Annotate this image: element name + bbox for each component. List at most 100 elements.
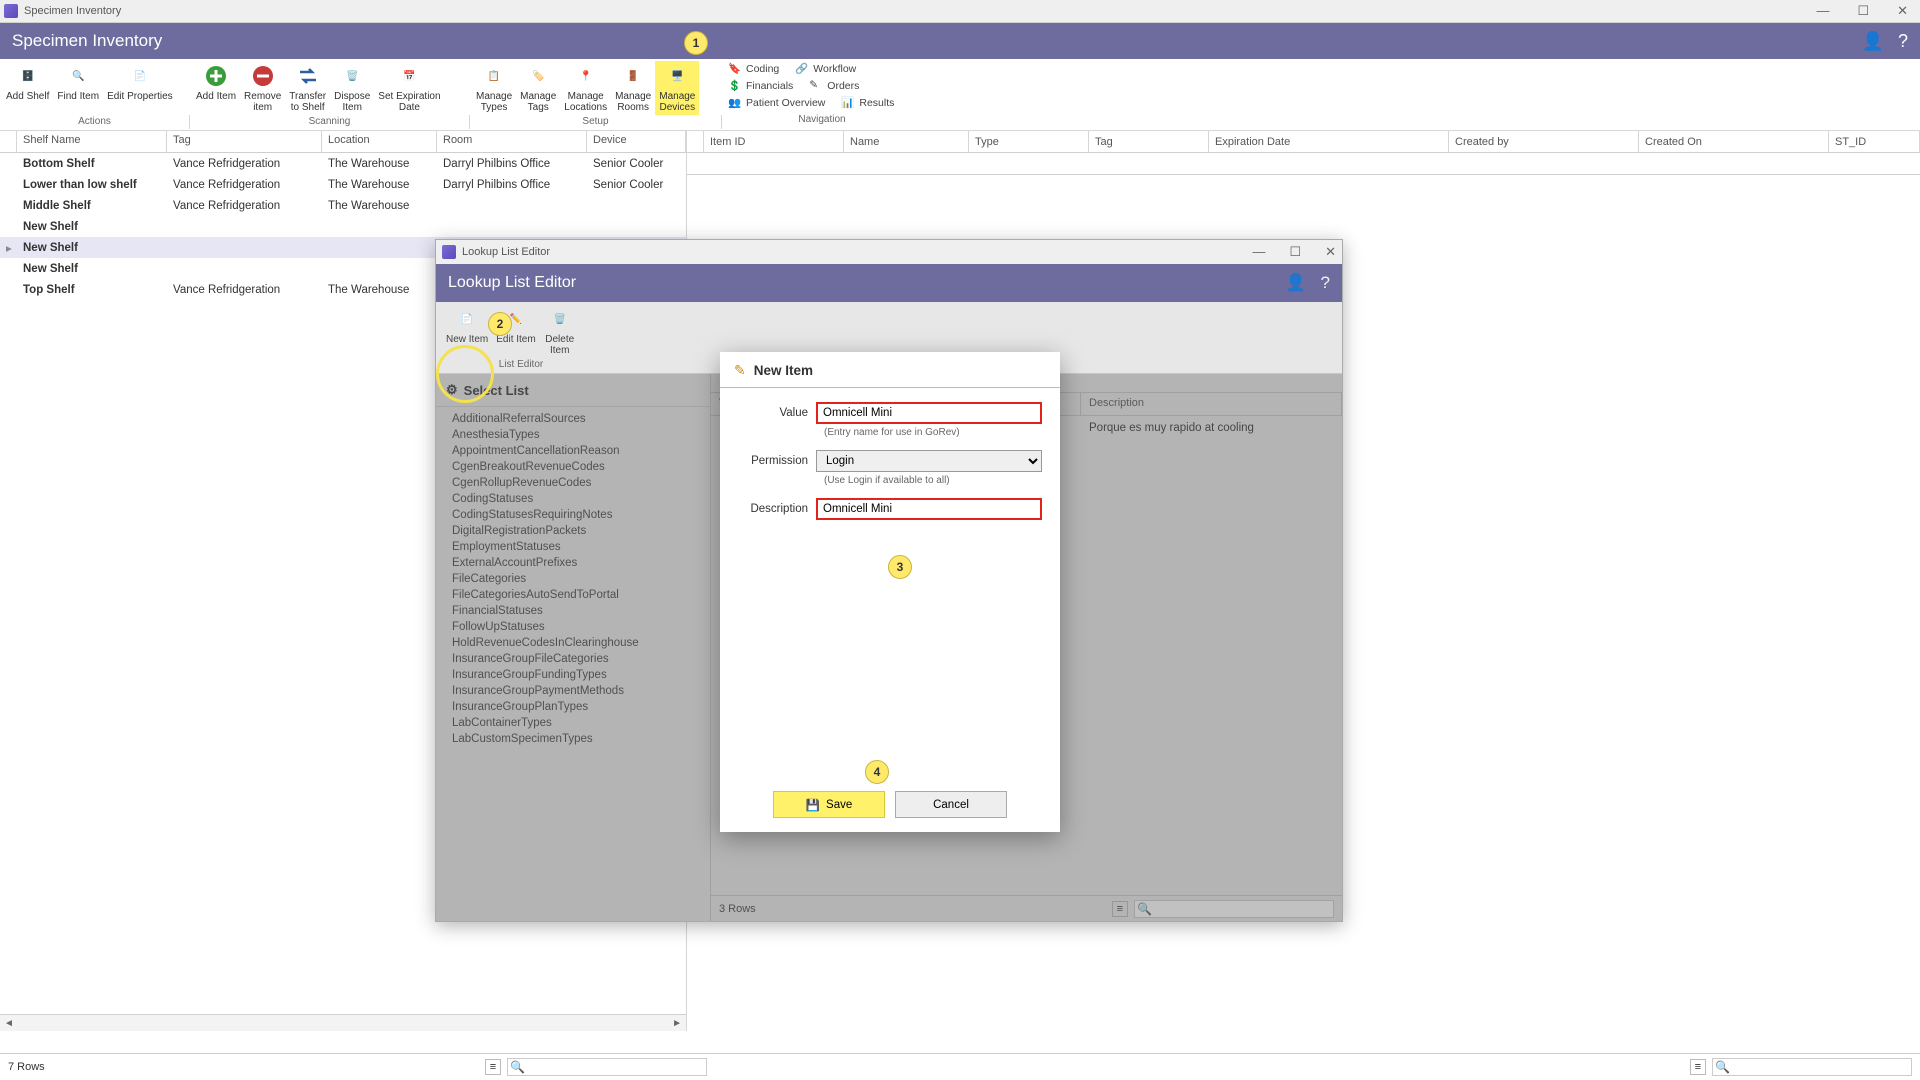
description-input[interactable]	[816, 498, 1042, 520]
editor-close-icon[interactable]: ✕	[1325, 244, 1336, 260]
list-item[interactable]: CgenRollupRevenueCodes	[436, 475, 710, 491]
col-type[interactable]: Type	[969, 131, 1089, 152]
list-item[interactable]: LabContainerTypes	[436, 715, 710, 731]
table-row[interactable]: New Shelf	[0, 216, 686, 237]
remove-item-button[interactable]: Remove item	[240, 61, 285, 115]
lookup-list[interactable]: AdditionalReferralSourcesAnesthesiaTypes…	[436, 407, 710, 921]
list-item[interactable]: FinancialStatuses	[436, 603, 710, 619]
list-item[interactable]: AppointmentCancellationReason	[436, 443, 710, 459]
list-item[interactable]: CgenBreakoutRevenueCodes	[436, 459, 710, 475]
new-item-label: New Item	[446, 334, 488, 345]
user-icon[interactable]: 👤	[1862, 31, 1884, 52]
nav-orders[interactable]: ✎ Orders	[809, 78, 859, 94]
nav-orders-label: Orders	[827, 80, 859, 92]
value-label: Value	[738, 407, 816, 419]
list-item[interactable]: CodingStatuses	[436, 491, 710, 507]
list-item[interactable]: HoldRevenueCodesInClearinghouse	[436, 635, 710, 651]
search-icon: 🔍	[510, 1060, 525, 1074]
list-item[interactable]: FileCategories	[436, 571, 710, 587]
app-header-title: Specimen Inventory	[12, 31, 162, 51]
save-button[interactable]: 💾Save	[773, 791, 885, 818]
editor-search-input[interactable]	[1134, 900, 1334, 918]
value-input[interactable]	[816, 402, 1042, 424]
list-item[interactable]: FileCategoriesAutoSendToPortal	[436, 587, 710, 603]
list-item[interactable]: LabCustomSpecimenTypes	[436, 731, 710, 747]
nav-coding-label: Coding	[746, 63, 779, 75]
save-label: Save	[826, 799, 852, 811]
transfer-button[interactable]: Transfer to Shelf	[285, 61, 330, 115]
orders-icon: ✎	[809, 79, 823, 93]
table-row[interactable]: Lower than low shelf Vance Refridgeratio…	[0, 174, 686, 195]
manage-rooms-button[interactable]: 🚪Manage Rooms	[611, 61, 655, 115]
list-item[interactable]: AdditionalReferralSources	[436, 411, 710, 427]
manage-tags-button[interactable]: 🏷️Manage Tags	[516, 61, 560, 115]
list-item[interactable]: InsuranceGroupFileCategories	[436, 651, 710, 667]
col-item-id[interactable]: Item ID	[704, 131, 844, 152]
editor-minimize-icon[interactable]: —	[1252, 244, 1265, 260]
nav-results[interactable]: 📊Results	[841, 95, 894, 111]
callout-4: 4	[865, 760, 889, 784]
editor-menu-icon[interactable]: ≡	[1112, 901, 1128, 917]
list-item[interactable]: InsuranceGroupPlanTypes	[436, 699, 710, 715]
manage-types-button[interactable]: 📋Manage Types	[472, 61, 516, 115]
col-item-tag[interactable]: Tag	[1089, 131, 1209, 152]
permission-select[interactable]: Login	[816, 450, 1042, 472]
col-tag[interactable]: Tag	[167, 131, 322, 152]
col-stid[interactable]: ST_ID	[1829, 131, 1920, 152]
minimize-icon[interactable]: —	[1816, 3, 1829, 19]
list-item[interactable]: AnesthesiaTypes	[436, 427, 710, 443]
col-exp[interactable]: Expiration Date	[1209, 131, 1449, 152]
editor-user-icon[interactable]: 👤	[1285, 273, 1306, 293]
table-row[interactable]: Middle Shelf Vance Refridgeration The Wa…	[0, 195, 686, 216]
find-item-button[interactable]: 🔍Find Item	[53, 61, 103, 115]
col-shelf[interactable]: Shelf Name	[17, 131, 167, 152]
col-location[interactable]: Location	[322, 131, 437, 152]
cancel-button[interactable]: Cancel	[895, 791, 1007, 818]
dispose-button[interactable]: 🗑️Dispose Item	[330, 61, 374, 115]
close-icon[interactable]: ✕	[1897, 3, 1908, 19]
edit-properties-label: Edit Properties	[107, 91, 173, 102]
nav-workflow[interactable]: 🔗Workflow	[795, 61, 856, 77]
col-device[interactable]: Device	[587, 131, 686, 152]
nav-patient[interactable]: 👥Patient Overview	[728, 95, 825, 111]
row-desc: Porque es muy rapido at cooling	[1081, 422, 1342, 434]
editor-maximize-icon[interactable]: ☐	[1289, 244, 1301, 260]
list-item[interactable]: ExternalAccountPrefixes	[436, 555, 710, 571]
edit-properties-button[interactable]: 📄Edit Properties	[103, 61, 177, 115]
maximize-icon[interactable]: ☐	[1857, 3, 1869, 19]
col-created-on[interactable]: Created On	[1639, 131, 1829, 152]
add-shelf-button[interactable]: 🗄️Add Shelf	[2, 61, 53, 115]
col-room[interactable]: Room	[437, 131, 587, 152]
help-icon[interactable]: ?	[1898, 31, 1908, 52]
nav-coding[interactable]: 🔖Coding	[728, 61, 779, 77]
menu-icon-right[interactable]: ≡	[1690, 1059, 1706, 1075]
list-item[interactable]: FollowUpStatuses	[436, 619, 710, 635]
manage-tags-label: Manage Tags	[520, 91, 556, 113]
nav-workflow-label: Workflow	[813, 63, 856, 75]
menu-icon[interactable]: ≡	[485, 1059, 501, 1075]
dialog-title: New Item	[754, 363, 813, 378]
callout-3: 3	[888, 555, 912, 579]
ed-col-desc[interactable]: Description	[1081, 393, 1342, 415]
set-expiration-button[interactable]: 📅Set Expiration Date	[374, 61, 444, 115]
search-input-left[interactable]	[507, 1058, 707, 1076]
search-input-right[interactable]	[1712, 1058, 1912, 1076]
list-item[interactable]: EmploymentStatuses	[436, 539, 710, 555]
delete-item-button[interactable]: 🗑️Delete Item	[540, 304, 580, 358]
list-item[interactable]: CodingStatusesRequiringNotes	[436, 507, 710, 523]
add-item-button[interactable]: Add Item	[192, 61, 240, 115]
list-item[interactable]: InsuranceGroupFundingTypes	[436, 667, 710, 683]
add-item-label: Add Item	[196, 91, 236, 102]
dispose-label: Dispose Item	[334, 91, 370, 113]
col-created-by[interactable]: Created by	[1449, 131, 1639, 152]
list-item[interactable]: DigitalRegistrationPackets	[436, 523, 710, 539]
col-name[interactable]: Name	[844, 131, 969, 152]
editor-help-icon[interactable]: ?	[1321, 273, 1330, 293]
nav-financials[interactable]: 💲Financials	[728, 78, 793, 94]
manage-locations-button[interactable]: 📍Manage Locations	[560, 61, 611, 115]
h-scrollbar[interactable]: ◄►	[0, 1014, 686, 1031]
nav-financials-label: Financials	[746, 80, 793, 92]
table-row[interactable]: Bottom Shelf Vance Refridgeration The Wa…	[0, 153, 686, 174]
manage-devices-button[interactable]: 🖥️Manage Devices	[655, 61, 699, 115]
list-item[interactable]: InsuranceGroupPaymentMethods	[436, 683, 710, 699]
